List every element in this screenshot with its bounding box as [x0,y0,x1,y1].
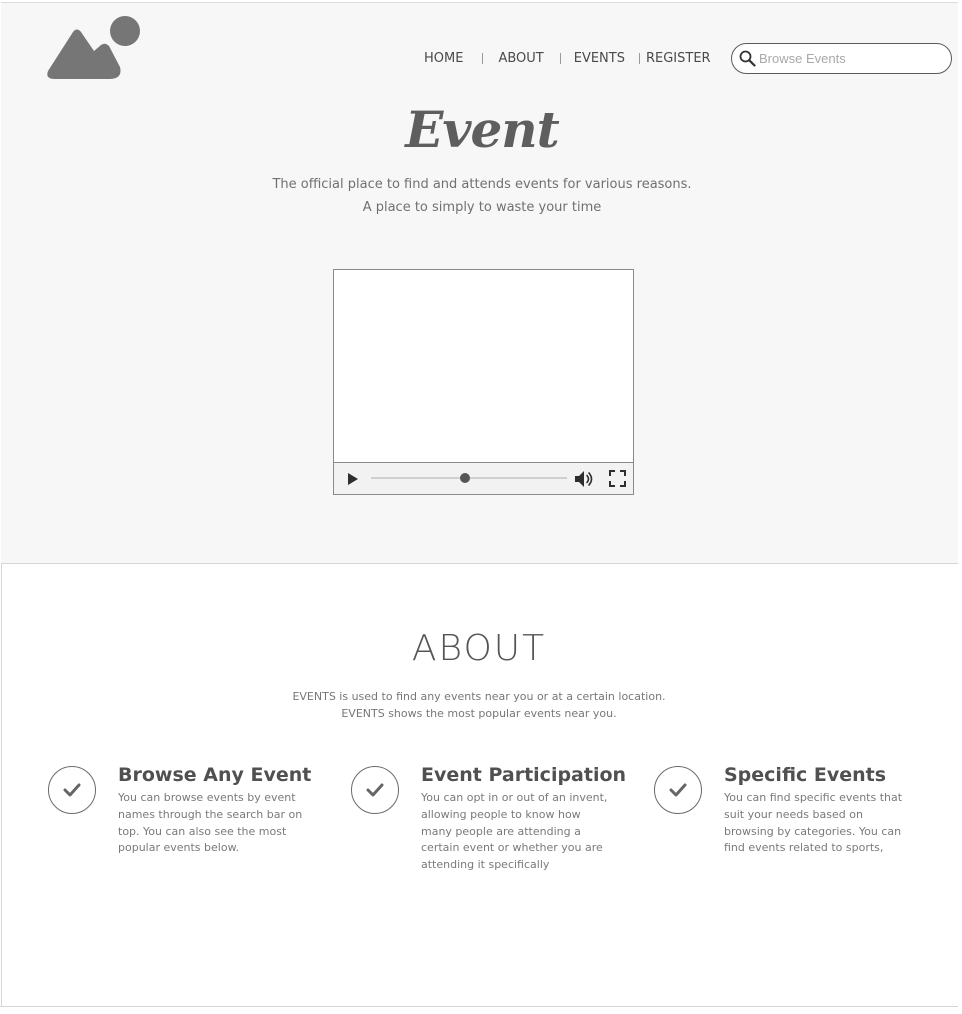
nav-divider [482,52,484,64]
feature-text: You can find specific events that suit y… [724,791,903,855]
nav-register-link[interactable]: REGISTER [646,51,711,66]
nav-events-link[interactable]: EVENTS [574,51,625,66]
checkmark-icon [654,766,702,814]
nav-home-link[interactable]: HOME [424,51,463,66]
play-icon[interactable] [346,471,360,487]
search-bar[interactable] [731,43,952,74]
feature-text: You can browse events by event names thr… [118,791,303,855]
nav-about-link[interactable]: ABOUT [498,51,543,66]
about-description: EVENTS is used to find any events near y… [292,690,666,703]
nav-divider [559,52,561,64]
feature-title: Event Participation [421,764,627,786]
video-progress-track[interactable] [371,473,567,483]
search-icon[interactable] [739,50,756,67]
nav-divider [638,52,640,64]
search-input[interactable] [759,51,939,66]
video-player[interactable] [333,269,634,495]
volume-icon[interactable] [574,469,594,489]
section-divider [0,1006,958,1007]
video-progress-fill [371,477,466,479]
about-heading: ABOUT [411,628,547,669]
brand-title: Event [405,100,559,159]
feature-title: Specific Events [724,764,887,786]
checkmark-icon [351,766,399,814]
video-scrubber-handle[interactable] [460,473,471,483]
fullscreen-icon[interactable] [609,470,626,487]
hero-section: HOME ABOUT EVENTS REGISTER Event The off… [1,2,958,564]
feature-text: You can opt in or out of an invent, allo… [421,791,608,872]
about-description-secondary: EVENTS shows the most popular events nea… [341,707,617,720]
feature-title: Browse Any Event [118,764,312,786]
checkmark-icon [48,766,96,814]
hero-tagline: The official place to find and attends e… [272,177,692,192]
video-controls [334,462,633,494]
hero-subtagline: A place to simply to waste your time [362,200,602,215]
main-nav: HOME ABOUT EVENTS REGISTER [415,49,711,67]
mountain-sun-logo-icon[interactable] [47,15,143,81]
